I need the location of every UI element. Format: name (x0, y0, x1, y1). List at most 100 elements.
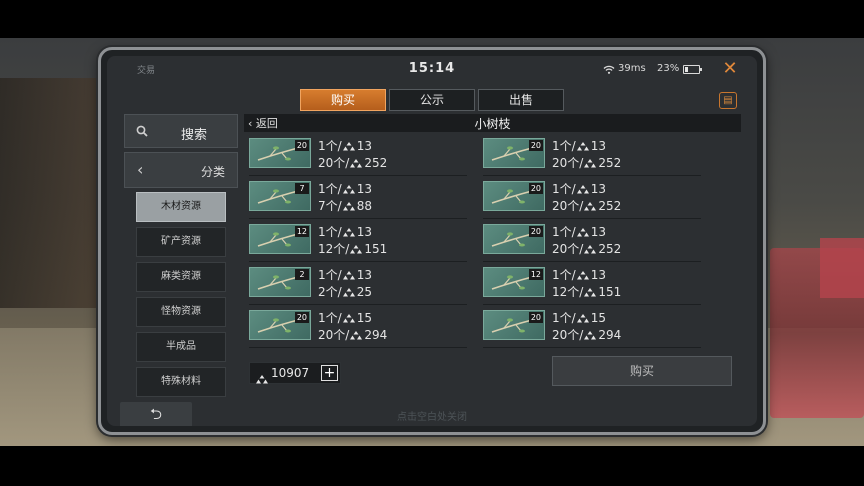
tab-0[interactable]: 购买 (300, 89, 386, 111)
search-icon (136, 125, 148, 137)
coin-icon (342, 285, 357, 299)
unit-price: 1个/13 (318, 180, 372, 197)
unit-price: 1个/15 (552, 309, 606, 326)
listing-item[interactable]: 20 1个/15 20个/294 (249, 308, 467, 348)
total-prefix: 12个/ (318, 242, 350, 256)
category-item[interactable]: 特殊材料 (136, 367, 226, 397)
clipboard-icon[interactable]: ▤ (719, 92, 737, 109)
add-currency-button[interactable]: + (321, 365, 338, 381)
listing-item[interactable]: 12 1个/13 12个/151 (249, 222, 467, 262)
coin-icon (342, 225, 357, 239)
twig-item-icon: 20 (483, 224, 545, 254)
search-label: 搜索 (181, 128, 208, 143)
listing-item[interactable]: 12 1个/13 12个/151 (483, 265, 701, 305)
unit-prefix: 1个/ (552, 225, 576, 239)
category-item[interactable]: 怪物资源 (136, 297, 226, 327)
total-price: 20个/252 (552, 240, 621, 257)
coin-icon (583, 199, 598, 213)
unit-price: 1个/15 (318, 309, 372, 326)
coin-icon (349, 328, 364, 342)
total-prefix: 20个/ (318, 156, 350, 170)
listing-item[interactable]: 20 1个/15 20个/294 (483, 308, 701, 348)
unit-prefix: 1个/ (552, 311, 576, 325)
tab-1[interactable]: 公示 (389, 89, 475, 111)
tablet-screen: 交易 15:14 39ms 23% ✕ 购买 公示 出售 ▤ 搜索 ‹ 分类 木… (107, 56, 757, 426)
currency-balance: 10907 + (249, 362, 341, 384)
twig-item-icon: 2 (249, 267, 311, 297)
twig-item-icon: 7 (249, 181, 311, 211)
total-price-value: 88 (356, 199, 372, 213)
category-header[interactable]: ‹ 分类 (124, 152, 238, 188)
unit-prefix: 1个/ (318, 311, 342, 325)
listing-item[interactable]: 7 1个/13 7个/88 (249, 179, 467, 219)
total-prefix: 2个/ (318, 285, 342, 299)
item-title: 小树枝 (474, 117, 511, 131)
listing-item[interactable]: 2 1个/13 2个/25 (249, 265, 467, 305)
trade-tablet: 交易 15:14 39ms 23% ✕ 购买 公示 出售 ▤ 搜索 ‹ 分类 木… (98, 47, 766, 435)
total-prefix: 12个/ (552, 285, 584, 299)
twig-item-icon: 20 (483, 181, 545, 211)
letterbox-top (0, 0, 864, 38)
trade-tabs: 购买 公示 出售 (300, 89, 564, 111)
coin-icon (576, 225, 591, 239)
total-prefix: 20个/ (318, 328, 350, 342)
listing-item[interactable]: 20 1个/13 20个/252 (483, 179, 701, 219)
stack-quantity: 12 (528, 269, 543, 280)
total-price: 7个/88 (318, 197, 372, 214)
total-price: 20个/252 (552, 154, 621, 171)
total-price-value: 151 (364, 242, 388, 256)
category-item[interactable]: 矿产资源 (136, 227, 226, 257)
listing-item[interactable]: 20 1个/13 20个/252 (483, 136, 701, 176)
category-item[interactable]: 麻类资源 (136, 262, 226, 292)
total-prefix: 20个/ (552, 156, 584, 170)
unit-price: 1个/13 (552, 180, 606, 197)
stack-quantity: 2 (295, 269, 309, 280)
category-item[interactable]: 半成品 (136, 332, 226, 362)
total-price: 20个/252 (552, 197, 621, 214)
total-price-value: 252 (364, 156, 388, 170)
close-button[interactable]: ✕ (721, 60, 739, 78)
total-price-value: 252 (598, 156, 622, 170)
buy-button[interactable]: 购买 (552, 356, 732, 386)
unit-price-value: 13 (590, 268, 606, 282)
tab-2[interactable]: 出售 (478, 89, 564, 111)
status-bar: 交易 15:14 39ms 23% ✕ (107, 56, 757, 84)
unit-prefix: 1个/ (318, 139, 342, 153)
coin-icon (583, 242, 598, 256)
search-button[interactable]: 搜索 (124, 114, 238, 148)
coin-icon (342, 182, 357, 196)
total-price: 20个/294 (552, 326, 621, 343)
unit-price-value: 13 (356, 139, 372, 153)
panel-header: ‹ 返回 小树枝 (244, 114, 741, 132)
background-chair (0, 78, 110, 308)
total-price: 12个/151 (552, 283, 621, 300)
coin-icon (342, 268, 357, 282)
unit-price-value: 15 (356, 311, 372, 325)
twig-item-icon: 20 (483, 138, 545, 168)
chevron-left-icon: ‹ (137, 160, 144, 179)
listing-item[interactable]: 20 1个/13 20个/252 (483, 222, 701, 262)
twig-item-icon: 20 (483, 310, 545, 340)
battery-icon (683, 65, 702, 74)
battery-percent: 23% (657, 63, 680, 74)
stack-quantity: 12 (294, 226, 309, 237)
unit-prefix: 1个/ (318, 225, 342, 239)
category-item[interactable]: 木材资源 (136, 192, 226, 222)
unit-prefix: 1个/ (318, 182, 342, 196)
coin-icon (576, 311, 591, 325)
twig-item-icon: 20 (249, 310, 311, 340)
total-price-value: 25 (356, 285, 372, 299)
ping-readout: 39ms (618, 63, 646, 74)
sidebar: 搜索 ‹ 分类 木材资源矿产资源麻类资源怪物资源半成品特殊材料 (124, 114, 238, 397)
unit-price: 1个/13 (318, 223, 372, 240)
unit-price: 1个/13 (318, 137, 372, 154)
coin-icon (342, 311, 357, 325)
unit-price: 1个/13 (552, 137, 606, 154)
unit-price-value: 13 (590, 182, 606, 196)
coin-icon (255, 368, 270, 387)
unit-price-value: 15 (590, 311, 606, 325)
unit-price-value: 13 (356, 268, 372, 282)
listing-item[interactable]: 20 1个/13 20个/252 (249, 136, 467, 176)
coin-icon (583, 328, 598, 342)
total-price-value: 294 (364, 328, 388, 342)
